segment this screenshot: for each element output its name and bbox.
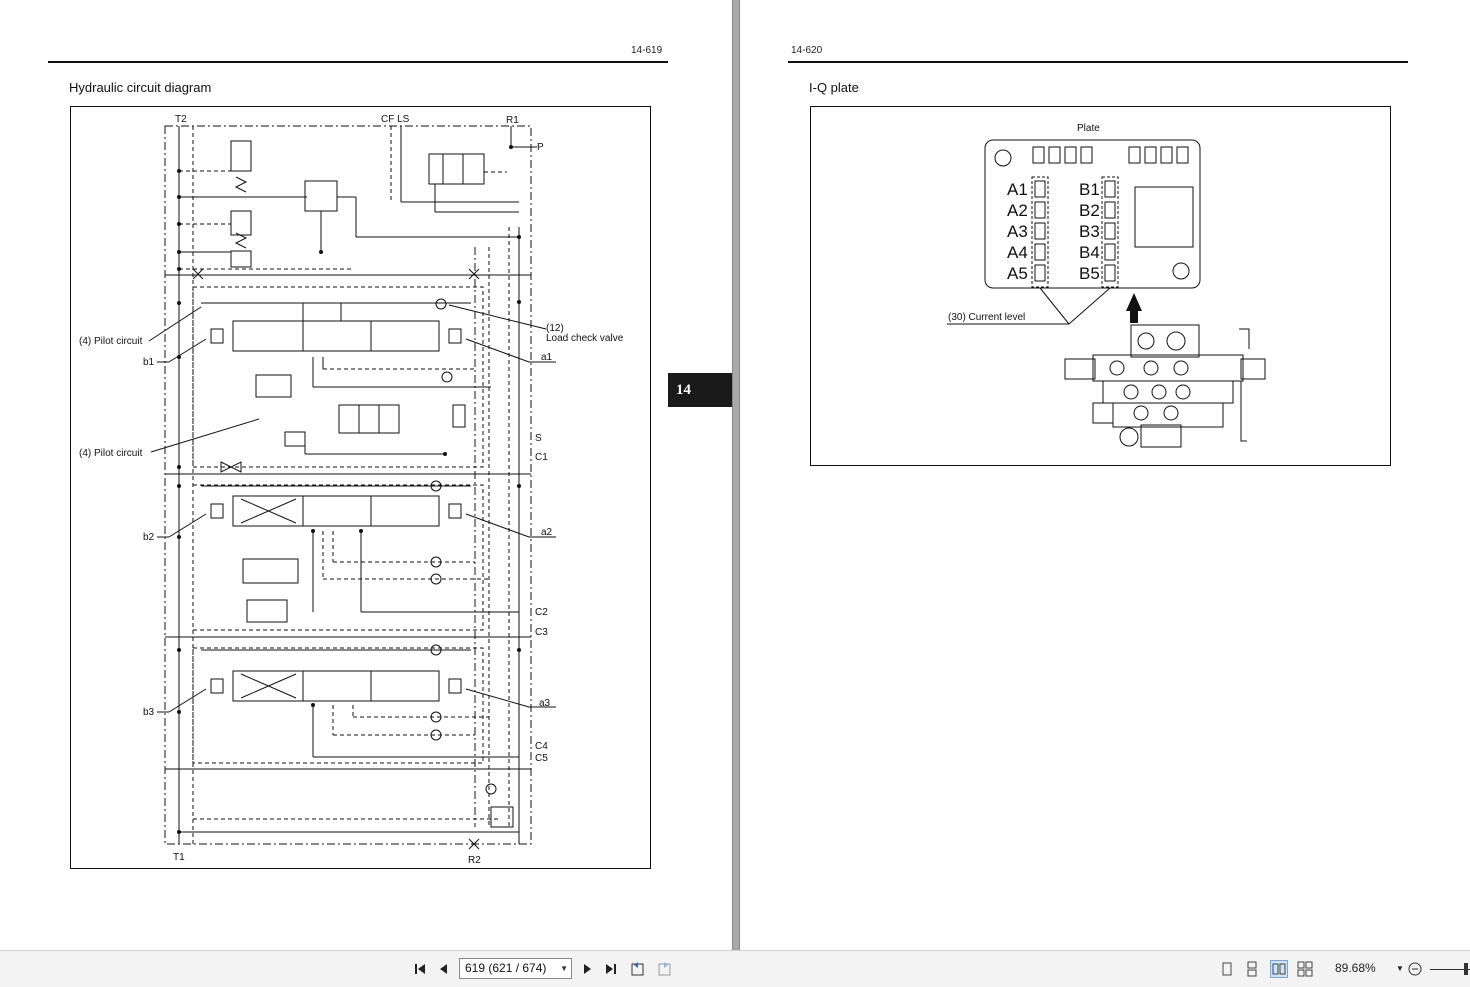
zoom-level[interactable]: 89.68% — [1335, 961, 1376, 975]
continuous-facing-view-icon[interactable] — [1296, 960, 1314, 978]
b-row-labels: B1 B2 B3 B4 B5 — [1079, 180, 1100, 283]
navigation-toolbar: 619 (621 / 674) ▼ 89.68% ▼ — [0, 950, 1470, 987]
hydraulic-diagram-frame: T2 CF LS R1 P (4) Pilot circuit b1 (12) … — [70, 106, 651, 869]
page-number-value: 619 (621 / 674) — [465, 961, 547, 975]
port-label-r2: R2 — [468, 855, 481, 866]
row-label-b5: B5 — [1079, 264, 1100, 283]
facing-pages-view-icon[interactable] — [1270, 960, 1288, 978]
port-label-cf-ls: CF LS — [381, 114, 410, 125]
row-label-a2: A2 — [1007, 201, 1028, 220]
right-page: 14-620 I-Q plate Plate A1 A2 A3 A4 A5 B1… — [739, 0, 1470, 950]
next-view-icon[interactable] — [654, 959, 674, 979]
port-label-c2: C2 — [535, 607, 548, 618]
next-page-icon[interactable] — [577, 959, 597, 979]
port-label-c4: C4 — [535, 741, 548, 752]
port-label-s: S — [535, 433, 542, 444]
hydraulic-circuit-diagram: T2 CF LS R1 P (4) Pilot circuit b1 (12) … — [79, 114, 624, 866]
header-rule — [788, 61, 1408, 63]
iq-plate-illustration: Plate A1 A2 A3 A4 A5 B1 B2 B3 B4 B5 (30)… — [947, 123, 1266, 448]
port-label-a3: a3 — [539, 698, 551, 709]
port-label-b2: b2 — [143, 532, 155, 543]
row-label-b1: B1 — [1079, 180, 1100, 199]
row-label-a3: A3 — [1007, 222, 1028, 241]
page-number: 14-619 — [631, 45, 663, 56]
port-label-t2: T2 — [175, 114, 187, 125]
page-number: 14-620 — [791, 45, 823, 56]
row-label-b3: B3 — [1079, 222, 1100, 241]
continuous-view-icon[interactable] — [1243, 960, 1261, 978]
row-label-a4: A4 — [1007, 243, 1028, 262]
header-rule — [48, 61, 668, 63]
previous-view-icon[interactable] — [628, 959, 648, 979]
port-label-a2: a2 — [541, 527, 553, 538]
port-label-c1: C1 — [535, 452, 548, 463]
port-label-b3: b3 — [143, 707, 155, 718]
current-level-label: (30) Current level — [948, 312, 1025, 323]
zoom-slider-handle[interactable] — [1464, 963, 1468, 975]
row-label-a1: A1 — [1007, 180, 1028, 199]
zoom-out-icon[interactable] — [1405, 959, 1425, 979]
port-label-b1: b1 — [143, 357, 155, 368]
chevron-down-icon: ▼ — [560, 964, 568, 973]
single-page-view-icon[interactable] — [1218, 960, 1236, 978]
chapter-tab: 14 — [668, 373, 732, 407]
port-label-p: P — [537, 142, 544, 153]
plate-label: Plate — [1077, 123, 1100, 134]
section-title: I-Q plate — [809, 80, 859, 95]
first-page-icon[interactable] — [410, 959, 430, 979]
port-label-c3: C3 — [535, 627, 548, 638]
page-number-select[interactable]: 619 (621 / 674) ▼ — [459, 958, 572, 979]
pilot-circuit-label-1: (4) Pilot circuit — [79, 336, 143, 347]
previous-page-icon[interactable] — [434, 959, 454, 979]
load-check-valve-label: Load check valve — [546, 333, 624, 344]
row-label-b2: B2 — [1079, 201, 1100, 220]
row-label-a5: A5 — [1007, 264, 1028, 283]
port-label-r1: R1 — [506, 115, 519, 126]
left-page: 14-619 Hydraulic circuit diagram T2 CF L… — [0, 0, 733, 950]
iq-plate-frame: Plate A1 A2 A3 A4 A5 B1 B2 B3 B4 B5 (30)… — [810, 106, 1391, 466]
row-label-b4: B4 — [1079, 243, 1100, 262]
port-label-t1: T1 — [173, 852, 185, 863]
section-title: Hydraulic circuit diagram — [69, 80, 212, 95]
port-label-c5: C5 — [535, 753, 548, 764]
a-row-labels: A1 A2 A3 A4 A5 — [1007, 180, 1028, 283]
last-page-icon[interactable] — [601, 959, 621, 979]
port-label-a1: a1 — [541, 352, 553, 363]
pilot-circuit-label-2: (4) Pilot circuit — [79, 448, 143, 459]
